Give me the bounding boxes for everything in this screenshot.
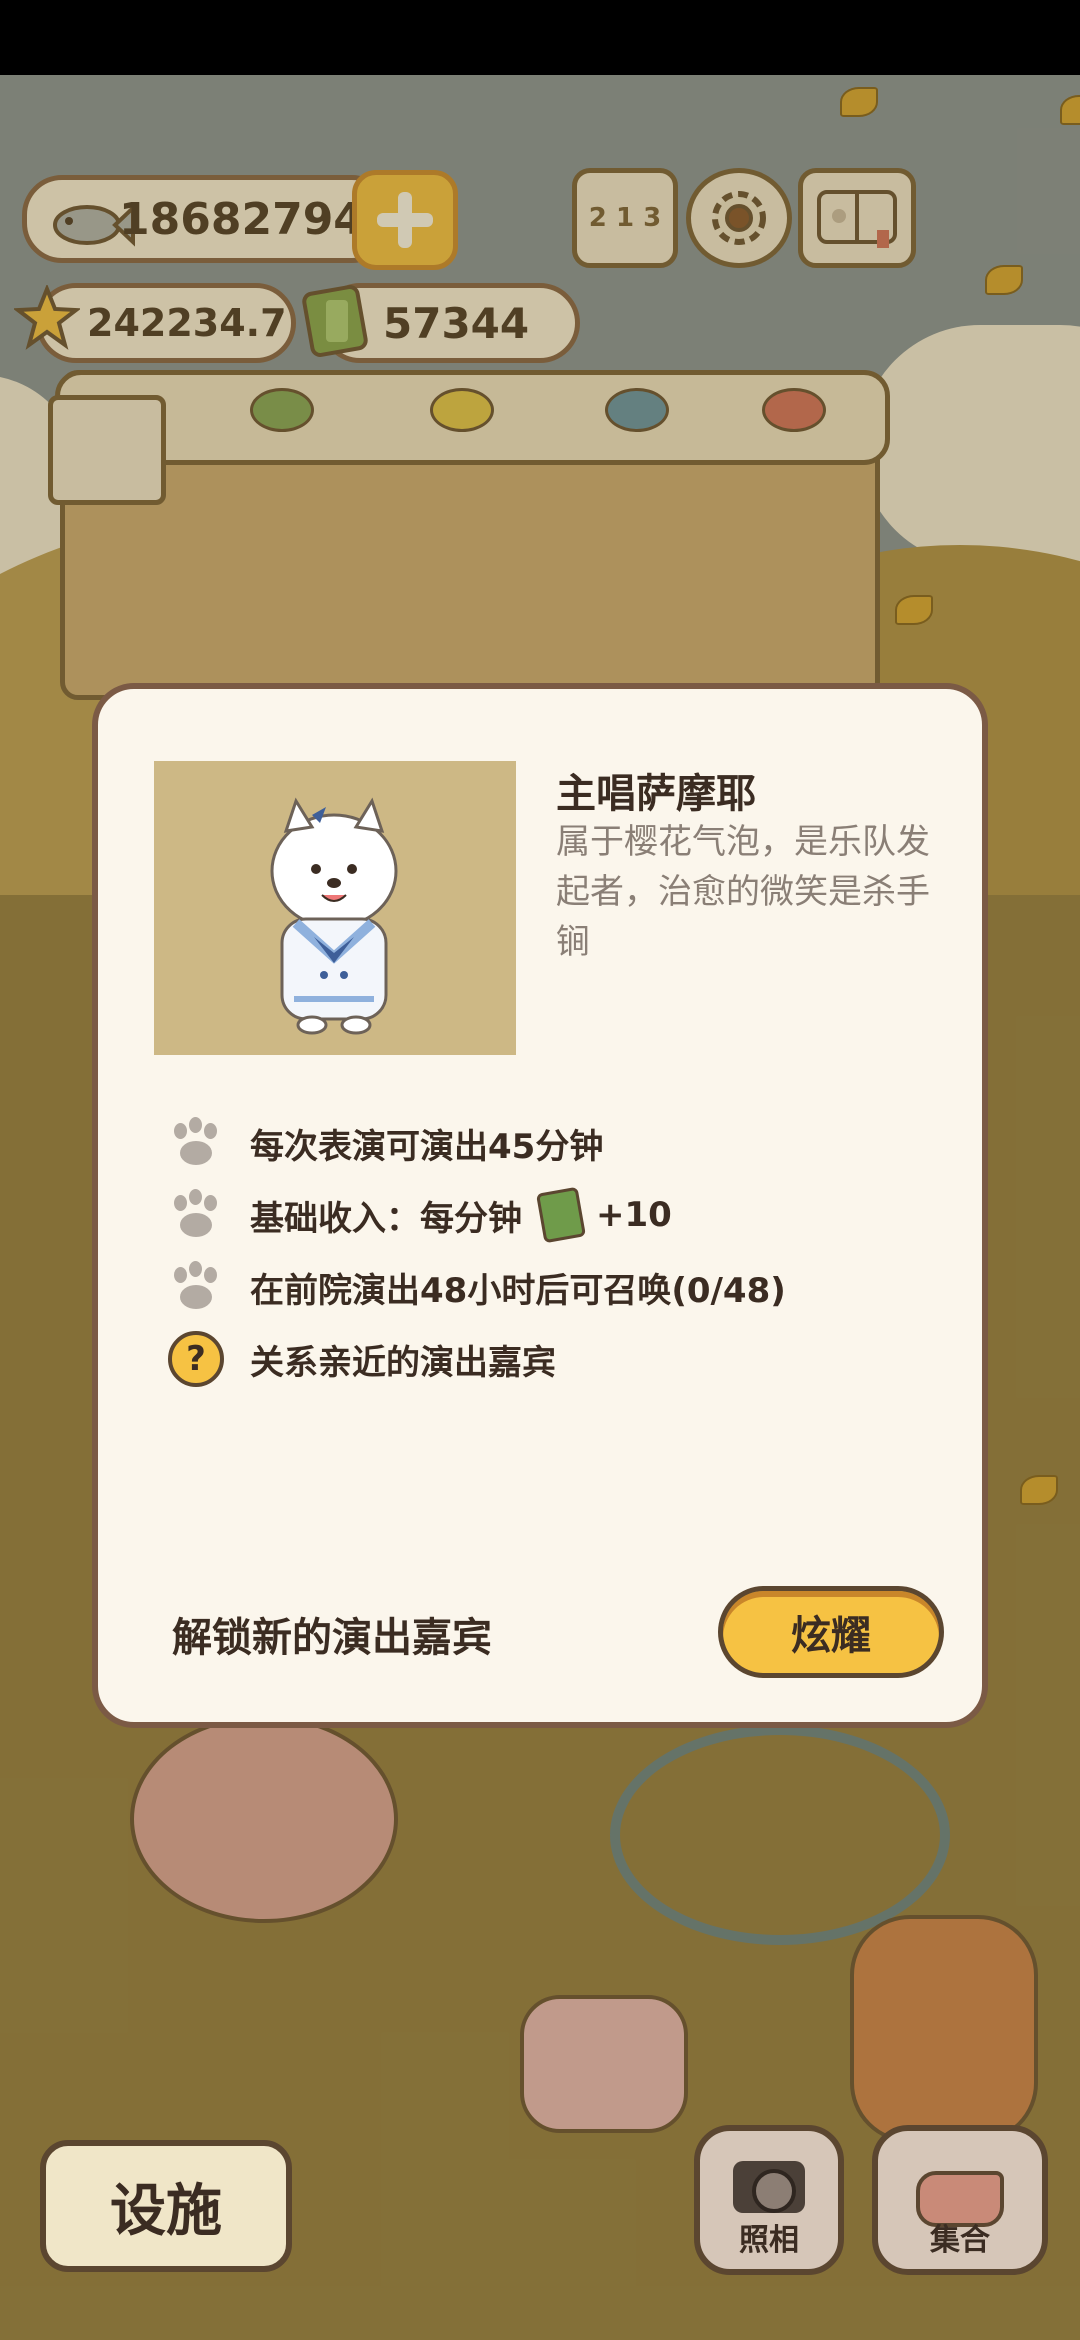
photo-button[interactable]: 照相 <box>694 2125 844 2275</box>
gather-button[interactable]: 集合 <box>872 2125 1048 2275</box>
paw-icon <box>168 1259 224 1315</box>
info-row-guests[interactable]: ? 关系亲近的演出嘉宾 <box>168 1329 556 1389</box>
guests-text: 关系亲近的演出嘉宾 <box>250 1342 556 1383</box>
character-description: 属于樱花气泡，是乐队发起者，治愈的微笑是杀手锏 <box>556 822 930 962</box>
facility-button[interactable]: 设施 <box>40 2140 292 2272</box>
income-text: 基础收入：每分钟 <box>250 1198 522 1239</box>
gather-label: 集合 <box>930 2223 990 2258</box>
info-row-summon: 在前院演出48小时后可召唤(0/48) <box>168 1257 786 1317</box>
income-value: +10 <box>596 1195 672 1235</box>
status-bar <box>0 0 1080 75</box>
ticket-icon <box>535 1186 587 1244</box>
summon-text: 在前院演出48小时后可召唤(0/48) <box>250 1270 786 1311</box>
character-info-dialog: 主唱萨摩耶 属于樱花气泡，是乐队发起者，治愈的微笑是杀手锏 每次表演可演出45分… <box>92 683 988 1728</box>
photo-label: 照相 <box>739 2223 799 2258</box>
show-off-button[interactable]: 炫耀 <box>718 1586 944 1678</box>
samoyed-image <box>270 797 398 1035</box>
help-icon[interactable]: ? <box>168 1331 224 1387</box>
paw-icon <box>168 1115 224 1171</box>
character-portrait <box>154 761 516 1055</box>
paw-icon <box>168 1187 224 1243</box>
character-name: 主唱萨摩耶 <box>556 771 756 817</box>
info-row-income: 基础收入：每分钟 +10 <box>168 1185 672 1245</box>
duration-text: 每次表演可演出45分钟 <box>250 1126 604 1167</box>
info-row-duration: 每次表演可演出45分钟 <box>168 1113 603 1173</box>
unlock-label: 解锁新的演出嘉宾 <box>172 1615 492 1661</box>
